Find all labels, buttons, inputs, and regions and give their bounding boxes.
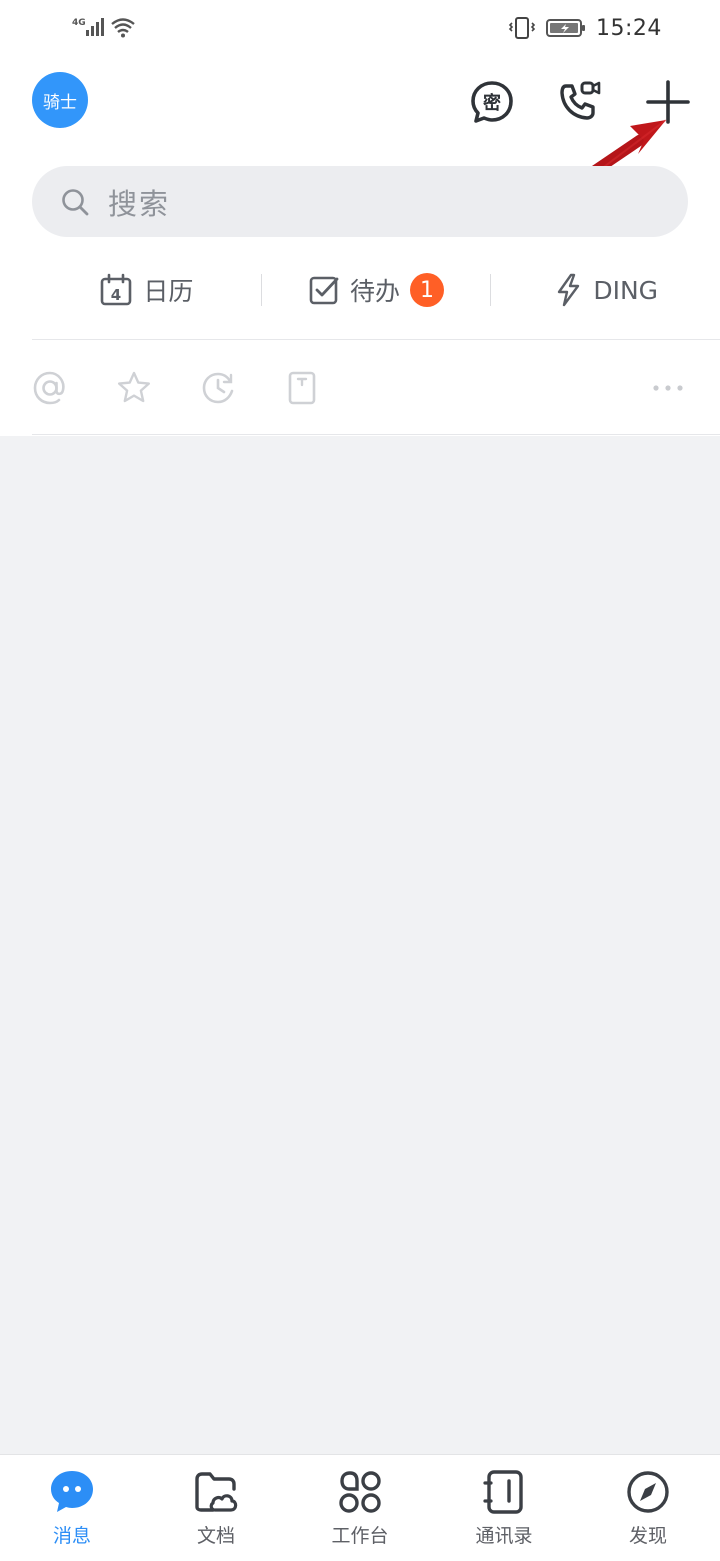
message-icon [51, 1471, 93, 1512]
search-placeholder: 搜索 [108, 186, 171, 221]
search-bar[interactable]: 搜索 [32, 166, 688, 237]
folder-cloud-icon [195, 1472, 238, 1512]
clock-icon[interactable] [200, 370, 236, 406]
nav-workbench[interactable]: 工作台 [288, 1455, 432, 1561]
ding-label: DING [593, 275, 659, 305]
nav-label: 发现 [628, 1525, 667, 1547]
filter-row [32, 360, 720, 416]
at-icon[interactable] [32, 370, 68, 406]
workbench-icon [339, 1471, 381, 1513]
nav-label: 工作台 [331, 1525, 389, 1547]
status-time: 15:24 [596, 15, 662, 41]
todo-shortcut[interactable]: 待办 1 [262, 272, 491, 308]
vibrate-icon [508, 17, 536, 39]
nav-contacts[interactable]: 通讯录 [432, 1455, 576, 1561]
nav-docs[interactable]: 文档 [144, 1455, 288, 1561]
status-right: 15:24 [508, 14, 662, 42]
quick-actions: 4 日历 待办 1 DING [32, 262, 720, 318]
lightning-icon [558, 273, 580, 307]
nav-messages[interactable]: 消息 [0, 1455, 144, 1561]
ding-shortcut[interactable]: DING [491, 273, 720, 307]
divider [32, 339, 720, 340]
message-list-area [0, 436, 720, 1454]
svg-text:4G: 4G [72, 18, 86, 28]
nav-discover[interactable]: 发现 [576, 1455, 720, 1561]
star-icon[interactable] [116, 370, 152, 406]
signal-wifi-icon: 4G [72, 18, 135, 38]
doc-icon[interactable] [284, 370, 320, 406]
todo-label: 待办 [350, 277, 401, 306]
svg-text:密: 密 [483, 92, 501, 114]
status-bar: 4G 15:24 [0, 0, 720, 56]
more-icon[interactable] [650, 370, 686, 406]
search-icon [62, 188, 89, 215]
nav-label: 通讯录 [475, 1525, 533, 1547]
todo-check-icon [309, 276, 339, 305]
divider [32, 434, 720, 435]
avatar[interactable]: 骑士 [32, 72, 88, 128]
battery-icon [546, 19, 585, 37]
calendar-shortcut[interactable]: 4 日历 [32, 272, 261, 308]
bottom-nav: 消息 文档 工作台 通讯录 发现 [0, 1454, 720, 1561]
calendar-icon: 4 [101, 273, 132, 306]
calendar-label: 日历 [143, 277, 194, 306]
nav-label: 文档 [196, 1525, 235, 1547]
nav-label: 消息 [52, 1525, 91, 1547]
secret-chat-icon[interactable]: 密 [468, 78, 516, 126]
todo-count-badge: 1 [410, 273, 445, 307]
svg-text:4: 4 [111, 286, 121, 304]
contacts-icon [483, 1470, 523, 1514]
compass-icon [627, 1471, 669, 1513]
